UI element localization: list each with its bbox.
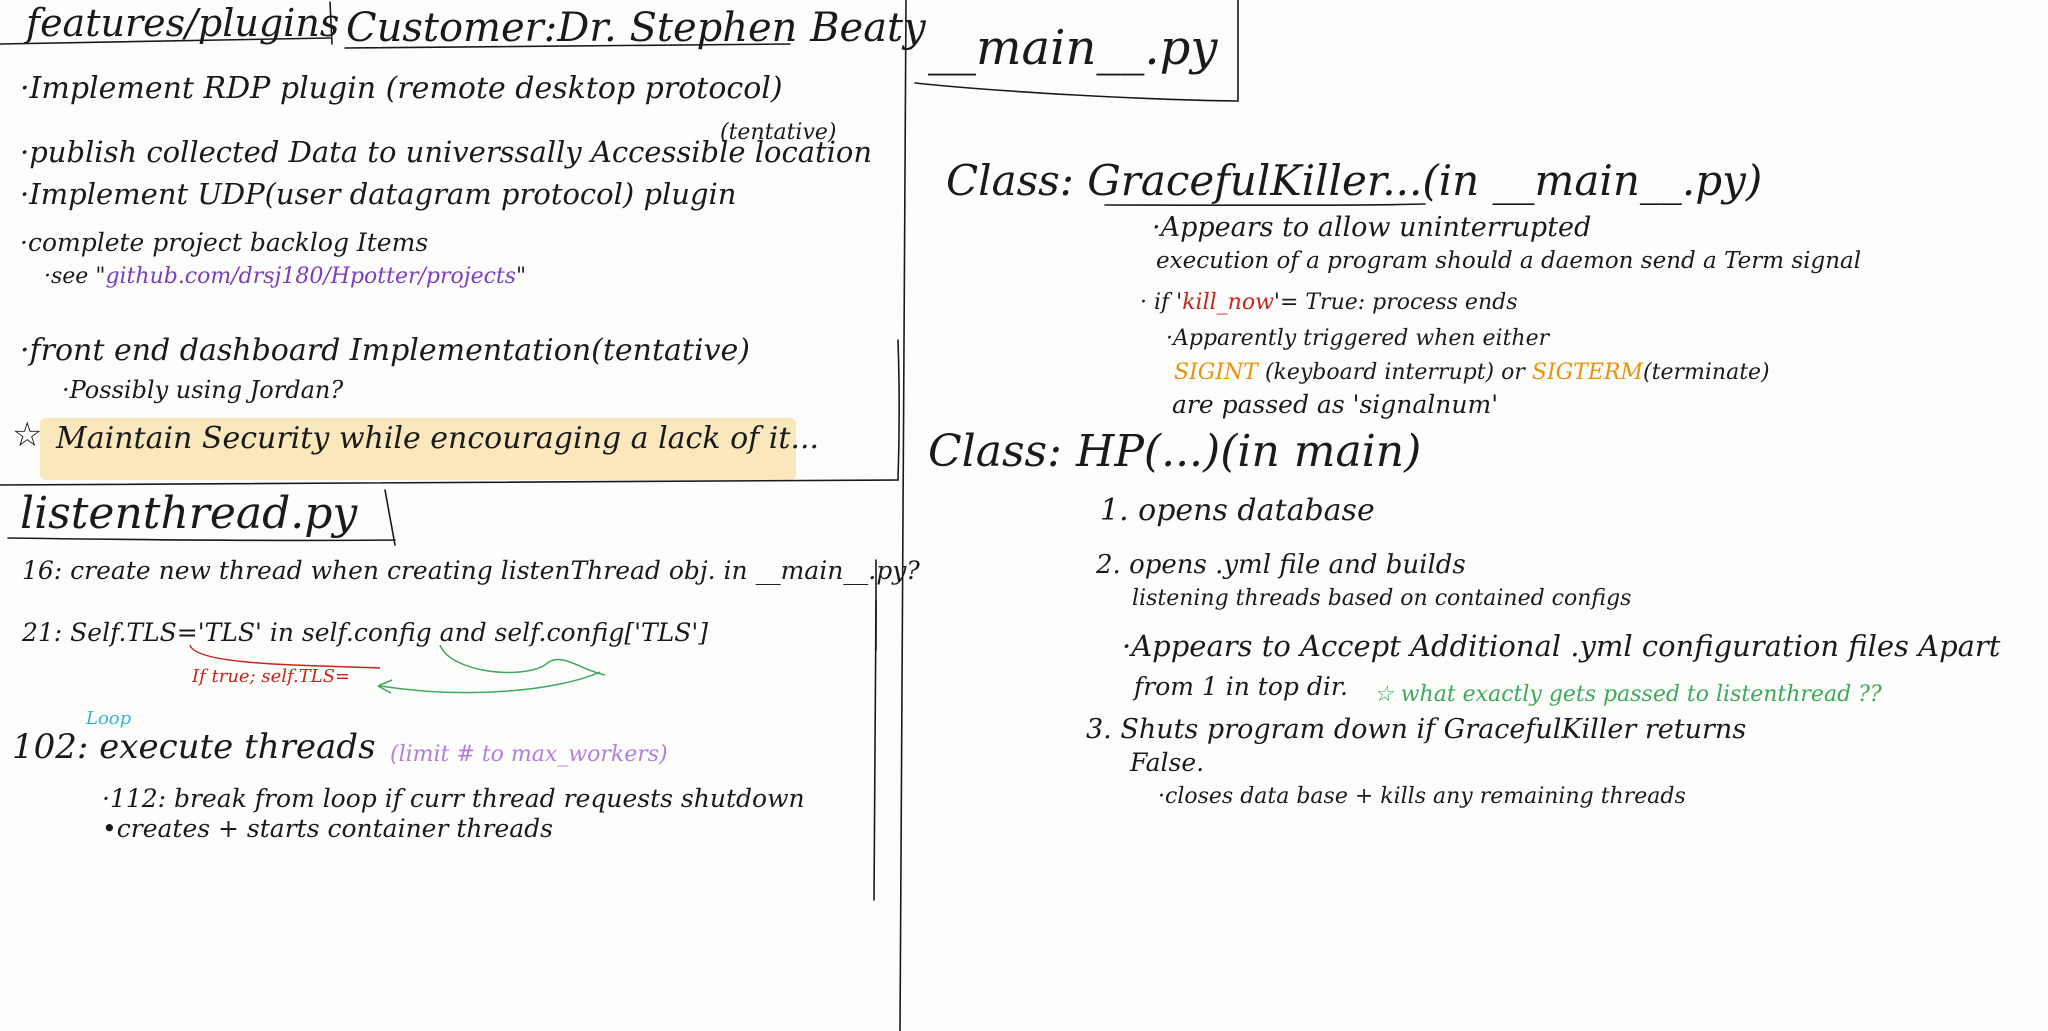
feature-item-jordan: ·Possibly using Jordan? bbox=[62, 376, 344, 404]
gracefulkiller-signals: SIGINT (keyboard interrupt) or SIGTERM(t… bbox=[1174, 360, 1770, 385]
hp-item-2c: ·Appears to Accept Additional .yml confi… bbox=[1122, 629, 2001, 663]
features-heading: features/plugins bbox=[26, 1, 340, 45]
loop-label: Loop bbox=[86, 708, 132, 729]
hp-item-2d: from 1 in top dir. bbox=[1134, 672, 1349, 701]
hp-item-2a: 2. opens .yml file and builds bbox=[1096, 550, 1466, 580]
hp-item-3a: 3. Shuts program down if GracefulKiller … bbox=[1086, 714, 1747, 745]
hp-item-3c: ·closes data base + kills any remaining … bbox=[1158, 784, 1686, 809]
listenthread-line-102-note: (limit # to max_workers) bbox=[390, 742, 668, 767]
gracefulkiller-line-2: execution of a program should a daemon s… bbox=[1156, 248, 1862, 274]
listenthread-heading: listenthread.py bbox=[20, 488, 358, 539]
listenthread-line-16: 16: create new thread when creating list… bbox=[22, 556, 920, 585]
hp-item-2b: listening threads based on contained con… bbox=[1132, 586, 1632, 611]
listenthread-line-creates: •creates + starts container threads bbox=[102, 814, 553, 843]
gracefulkiller-line-1: ·Appears to allow uninterrupted bbox=[1152, 212, 1592, 243]
hp-item-2-question: ☆ what exactly gets passed to listenthre… bbox=[1374, 682, 1882, 707]
feature-item-publish: ·publish collected Data to universsally … bbox=[20, 135, 873, 169]
customer-label: Customer:Dr. Stephen Beaty bbox=[346, 5, 926, 51]
gracefulkiller-passed: are passed as 'signalnum' bbox=[1172, 390, 1499, 419]
kill-now-token: kill_now bbox=[1182, 290, 1274, 315]
feature-item-rdp: ·Implement RDP plugin (remote desktop pr… bbox=[20, 71, 783, 106]
listenthread-line-102: 102: execute threads bbox=[12, 727, 376, 767]
star-icon: ☆ bbox=[12, 415, 43, 455]
listenthread-line-21: 21: Self.TLS='TLS' in self.config and se… bbox=[22, 618, 708, 647]
hp-item-3b: False. bbox=[1130, 748, 1205, 777]
feature-see-line: ·see "github.com/drsj180/Hpotter/project… bbox=[44, 264, 527, 289]
feature-item-udp: ·Implement UDP(user datagram protocol) p… bbox=[20, 177, 737, 211]
listenthread-line-112: ·112: break from loop if curr thread req… bbox=[102, 784, 805, 813]
main-heading: __main__.py bbox=[928, 20, 1218, 76]
github-link[interactable]: github.com/drsj180/Hpotter/projects bbox=[105, 264, 516, 289]
gracefulkiller-title: Class: GracefulKiller...(in __main__.py) bbox=[946, 156, 1763, 205]
gracefulkiller-if-line: · if 'kill_now'= True: process ends bbox=[1140, 290, 1518, 315]
sigint-token: SIGINT bbox=[1174, 360, 1258, 385]
hp-item-1: 1. opens database bbox=[1100, 493, 1375, 528]
listenthread-line-21-note: If true; self.TLS= bbox=[192, 666, 351, 687]
sigterm-token: SIGTERM bbox=[1531, 360, 1644, 385]
feature-item-dashboard: ·front end dashboard Implementation(tent… bbox=[20, 333, 750, 368]
feature-item-security: Maintain Security while encouraging a la… bbox=[56, 421, 820, 456]
hp-title: Class: HP(...)(in main) bbox=[928, 426, 1422, 477]
gracefulkiller-triggered: ·Apparently triggered when either bbox=[1166, 326, 1550, 351]
feature-item-backlog: ·complete project backlog Items bbox=[20, 228, 429, 257]
